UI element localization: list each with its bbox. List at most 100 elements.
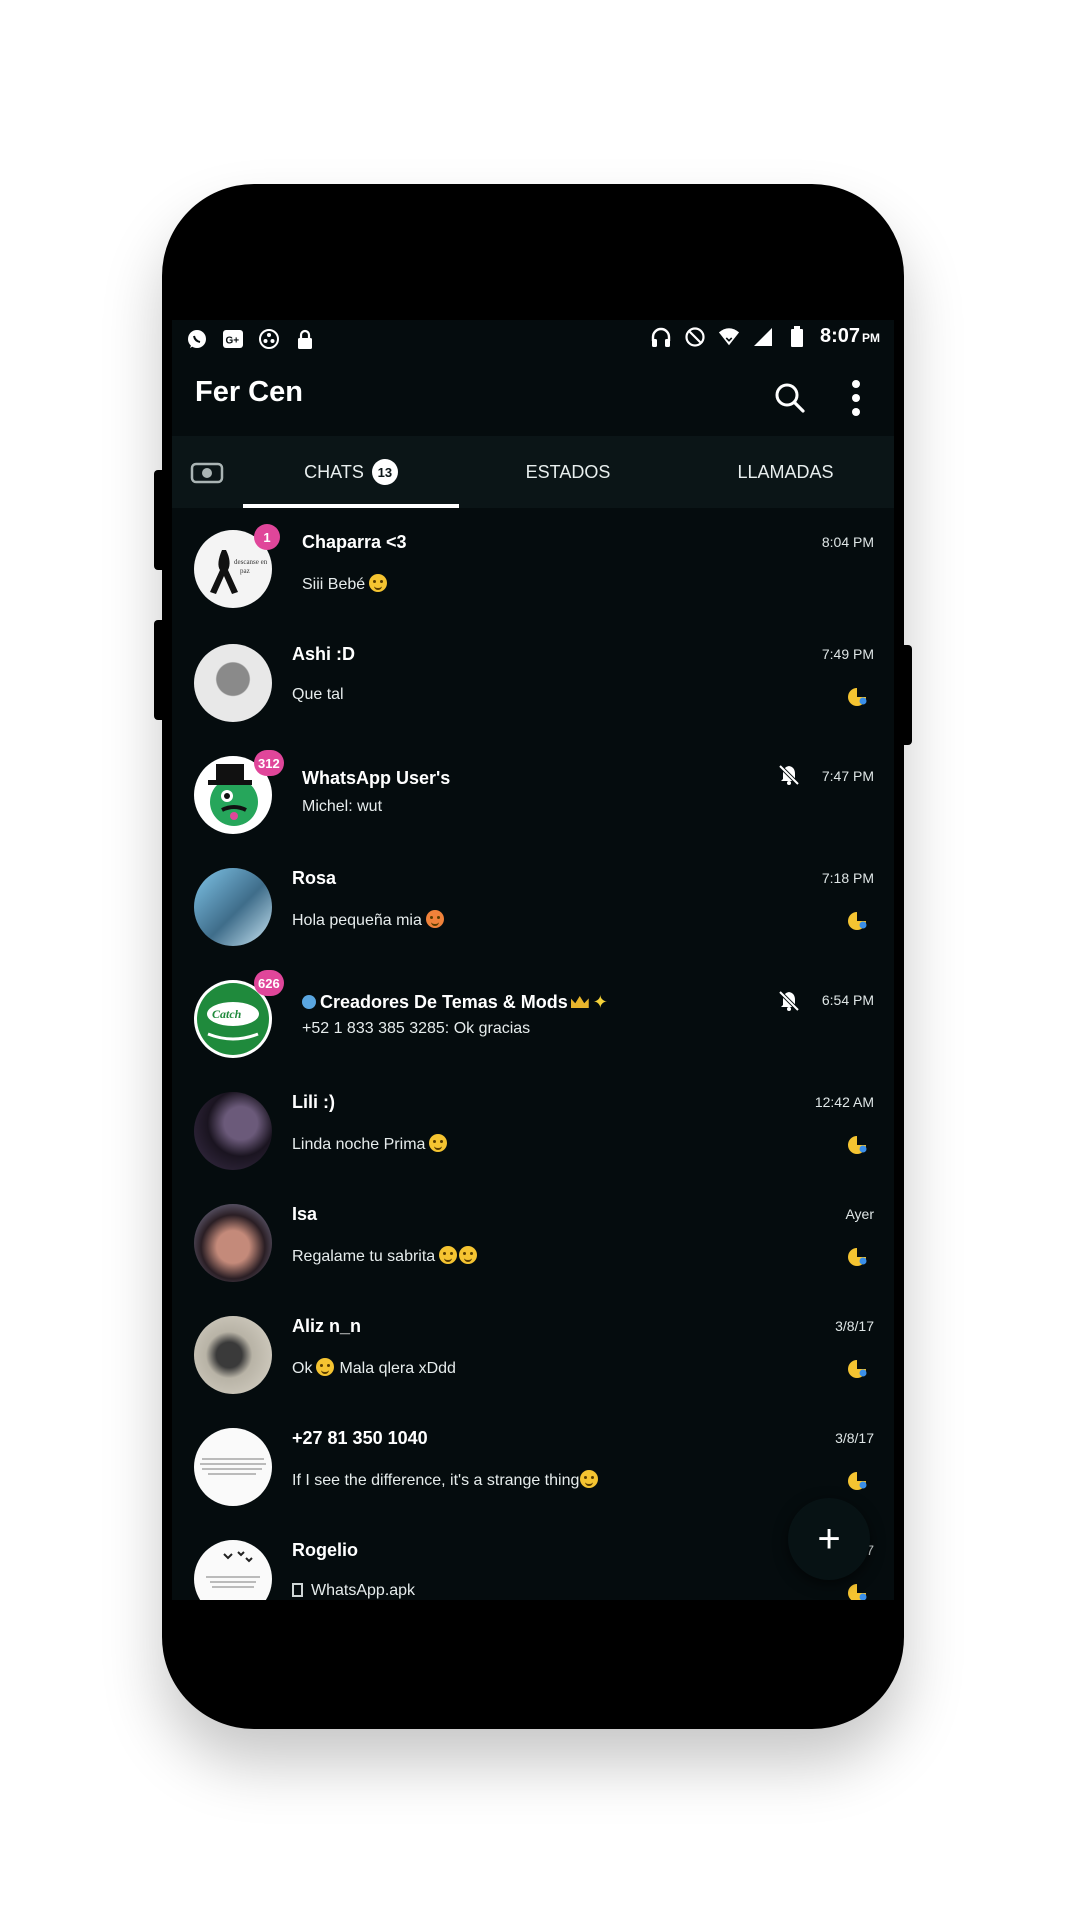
chat-row[interactable]: Isa Regalame tu sabrita Ayer: [172, 1184, 894, 1296]
chat-preview-text: Hola pequeña mia: [292, 912, 422, 929]
chat-preview: Que tal: [292, 686, 344, 703]
chat-preview: WhatsApp.apk: [292, 1582, 415, 1600]
chat-time: Ayer: [845, 1206, 874, 1222]
phone-volume-button: [154, 470, 166, 570]
svg-text:G+: G+: [226, 336, 240, 347]
chat-name: Aliz n_n: [292, 1316, 362, 1336]
chat-preview-text: Ok: [292, 1360, 313, 1377]
chat-preview-text: WhatsApp.apk: [311, 1582, 416, 1599]
unread-badge: 1: [254, 524, 280, 550]
chat-row[interactable]: Rogelio WhatsApp.apk 7: [172, 1520, 894, 1600]
emoji-icon: [369, 574, 388, 592]
chat-preview-text: Siii Bebé: [302, 576, 366, 593]
new-chat-button[interactable]: +: [788, 1498, 870, 1580]
chat-row[interactable]: 312 WhatsApp User's Michel: wut 7:47 PM: [172, 736, 894, 848]
active-tab-indicator: [243, 504, 459, 508]
status-indicator-icon: [848, 1360, 867, 1378]
chat-preview-text: If I see the difference, it's a strange …: [292, 1472, 580, 1489]
cellular-signal-icon: [752, 326, 774, 348]
avatar: [194, 1428, 272, 1506]
avatar: [194, 1540, 272, 1600]
chat-row[interactable]: Catch 626 Creadores De Temas & Mods ✦ +52…: [172, 960, 894, 1072]
chat-name-text: Creadores De Temas & Mods: [320, 992, 568, 1012]
app-bar: Fer Cen: [172, 358, 894, 436]
emoji-icon: [580, 1470, 599, 1488]
chat-row[interactable]: descanse en paz 1 Chaparra <3 Siii Bebé 8…: [172, 510, 894, 624]
avatar: [194, 1204, 272, 1282]
chat-name: +27 81 350 1040: [292, 1428, 428, 1448]
status-bar: G+ 8:07 PM: [172, 320, 894, 358]
unread-badge: 312: [254, 750, 284, 776]
chat-name: Ashi :D: [292, 644, 355, 664]
chat-row[interactable]: Ashi :D Que tal 7:49 PM: [172, 624, 894, 736]
chat-name: Chaparra <3: [302, 532, 407, 552]
emoji-icon: [425, 910, 444, 928]
chat-row[interactable]: Aliz n_n Ok Mala qlera xDdd 3/8/17: [172, 1296, 894, 1408]
chat-list: descanse en paz 1 Chaparra <3 Siii Bebé 8…: [172, 510, 894, 1600]
chat-row[interactable]: Lili :) Linda noche Prima 12:42 AM: [172, 1072, 894, 1184]
emoji-icon: [316, 1358, 335, 1376]
plus-icon: +: [817, 1517, 841, 1561]
chat-time: 7:49 PM: [821, 646, 874, 662]
chat-preview: Ok Mala qlera xDdd: [292, 1358, 456, 1378]
sync-icon: [258, 328, 280, 350]
tab-chats[interactable]: CHATS 13: [243, 436, 459, 508]
camera-icon: [190, 462, 224, 484]
chat-time: 12:42 AM: [814, 1094, 874, 1110]
chat-name: Creadores De Temas & Mods ✦: [302, 992, 608, 1013]
chat-time: 3/8/17: [835, 1430, 874, 1446]
document-icon: [292, 1583, 303, 1597]
chat-time: 8:04 PM: [821, 534, 874, 550]
tab-bar: CHATS 13 ESTADOS LLAMADAS: [172, 436, 894, 508]
sparkles-icon: ✦: [592, 992, 608, 1012]
more-vert-icon: [852, 380, 860, 416]
overflow-menu-button[interactable]: [844, 378, 868, 418]
chat-name: Isa: [292, 1204, 318, 1224]
status-indicator-icon: [848, 1472, 867, 1490]
chat-time: 7:47 PM: [821, 768, 874, 784]
avatar: [194, 868, 272, 946]
svg-text:descanse en: descanse en: [234, 558, 268, 566]
status-indicator-icon: [848, 912, 867, 930]
chat-preview: +52 1 833 385 3285: Ok gracias: [302, 1020, 531, 1037]
tab-llamadas-label: LLAMADAS: [737, 461, 834, 482]
phone-power-button: [900, 645, 912, 745]
avatar: [194, 644, 272, 722]
unread-badge: 626: [254, 970, 284, 996]
tab-estados[interactable]: ESTADOS: [459, 436, 677, 508]
status-indicator-icon: [848, 688, 867, 706]
chat-preview-text: Regalame tu sabrita: [292, 1248, 436, 1265]
chat-preview: Linda noche Prima: [292, 1134, 448, 1154]
chat-row[interactable]: Rosa Hola pequeña mia 7:18 PM: [172, 848, 894, 960]
chat-time: 3/8/17: [835, 1318, 874, 1334]
svg-text:Catch: Catch: [212, 1007, 242, 1021]
crown-icon: [570, 996, 589, 1008]
chat-row[interactable]: +27 81 350 1040 If I see the difference,…: [172, 1408, 894, 1520]
whatsapp-icon: [186, 328, 208, 350]
clock: 8:07 PM: [819, 325, 880, 347]
svg-text:paz: paz: [240, 567, 250, 575]
status-indicator-icon: [848, 1584, 867, 1600]
phone-volume-button-lower: [154, 620, 166, 720]
tab-chats-label: CHATS: [304, 461, 364, 482]
chat-name: Lili :): [292, 1092, 335, 1112]
muted-icon: [778, 764, 800, 786]
chat-name: WhatsApp User's: [302, 768, 451, 788]
search-icon: [775, 383, 805, 413]
avatar: [194, 1316, 272, 1394]
chat-preview: If I see the difference, it's a strange …: [292, 1470, 599, 1490]
wifi-icon: [718, 326, 740, 348]
chat-preview: Regalame tu sabrita: [292, 1246, 478, 1266]
headphones-icon: [650, 326, 672, 348]
tab-camera[interactable]: [182, 448, 232, 498]
unread-count-badge: 13: [371, 459, 398, 485]
tab-llamadas[interactable]: LLAMADAS: [677, 436, 894, 508]
search-button[interactable]: [772, 380, 808, 416]
chat-preview: Siii Bebé: [302, 574, 388, 594]
chat-preview-text: Linda noche Prima: [292, 1136, 426, 1153]
chat-preview: Michel: wut: [302, 798, 383, 815]
chat-name: Rosa: [292, 868, 337, 888]
app-title: Fer Cen: [195, 376, 303, 408]
chat-time: 6:54 PM: [821, 992, 874, 1008]
do-not-disturb-icon: [684, 326, 706, 348]
